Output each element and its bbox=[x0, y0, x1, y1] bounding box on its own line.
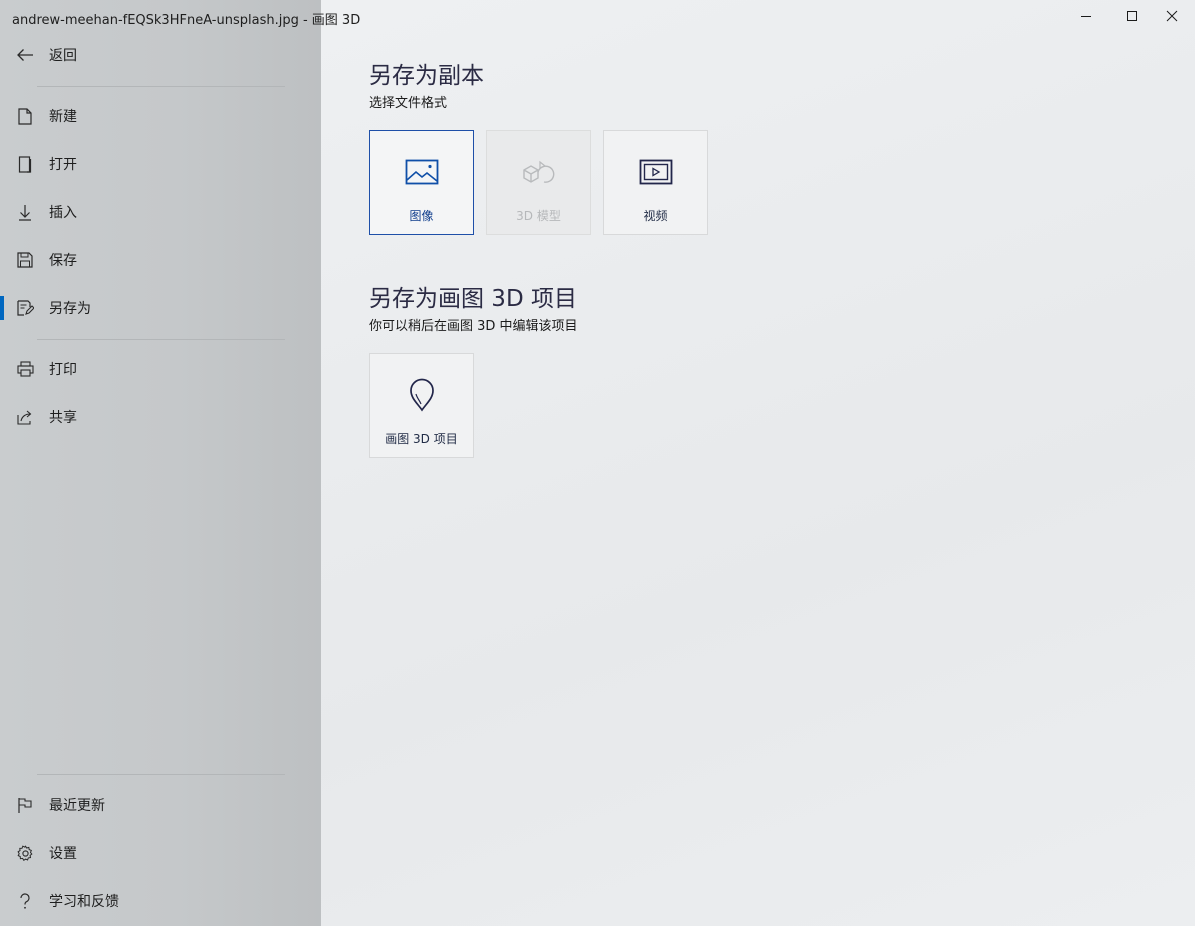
sidebar-item-settings[interactable]: 设置 bbox=[0, 833, 321, 873]
project-section-title: 另存为画图 3D 项目 bbox=[369, 286, 577, 312]
flag-icon bbox=[15, 795, 35, 815]
sidebar-item-label: 新建 bbox=[49, 109, 77, 125]
divider bbox=[37, 774, 285, 775]
save-as-video-tile[interactable]: 视频 bbox=[603, 130, 708, 235]
sidebar-item-label: 设置 bbox=[49, 846, 77, 862]
save-floppy-icon bbox=[15, 250, 35, 270]
close-button[interactable] bbox=[1149, 0, 1195, 32]
sidebar-item-label: 学习和反馈 bbox=[49, 894, 119, 910]
sidebar-item-label: 共享 bbox=[49, 410, 77, 426]
save-as-paint3d-project-tile[interactable]: 画图 3D 项目 bbox=[369, 353, 474, 458]
sidebar-item-open[interactable]: 打开 bbox=[0, 144, 321, 184]
sidebar-item-print[interactable]: 打印 bbox=[0, 349, 321, 389]
back-button[interactable]: 返回 bbox=[0, 35, 321, 75]
sidebar: 返回 新建 打开 插入 保存 另存为 打印 共享 最近更新 设置 学习和反馈 bbox=[0, 0, 321, 926]
share-icon bbox=[15, 407, 35, 427]
sidebar-item-help[interactable]: 学习和反馈 bbox=[0, 881, 321, 921]
sidebar-item-insert[interactable]: 插入 bbox=[0, 192, 321, 232]
minimize-icon bbox=[1080, 7, 1092, 26]
back-arrow-icon bbox=[15, 45, 35, 65]
divider bbox=[37, 86, 285, 87]
divider bbox=[37, 339, 285, 340]
printer-icon bbox=[15, 359, 35, 379]
sidebar-item-label: 打印 bbox=[49, 362, 77, 378]
sidebar-item-label: 打开 bbox=[49, 157, 77, 173]
copy-section-title: 另存为副本 bbox=[369, 63, 484, 89]
tile-label: 画图 3D 项目 bbox=[385, 432, 458, 446]
3d-shapes-icon bbox=[487, 155, 590, 189]
paint3d-logo-icon bbox=[370, 378, 473, 412]
sidebar-item-label: 保存 bbox=[49, 253, 77, 269]
sidebar-item-save-as[interactable]: 另存为 bbox=[0, 288, 321, 328]
open-icon bbox=[15, 154, 35, 174]
sidebar-item-new[interactable]: 新建 bbox=[0, 96, 321, 136]
gear-icon bbox=[15, 843, 35, 863]
project-section-subtitle: 你可以稍后在画图 3D 中编辑该项目 bbox=[369, 319, 578, 334]
tile-label: 图像 bbox=[409, 209, 434, 223]
image-icon bbox=[370, 155, 473, 189]
question-icon bbox=[15, 891, 35, 911]
save-as-icon bbox=[15, 298, 35, 318]
tile-label: 视频 bbox=[643, 209, 668, 223]
new-document-icon bbox=[15, 106, 35, 126]
window-title: andrew-meehan-fEQSk3HFneA-unsplash.jpg -… bbox=[12, 13, 361, 28]
close-icon bbox=[1166, 7, 1178, 26]
sidebar-item-label: 最近更新 bbox=[49, 798, 105, 814]
sidebar-item-save[interactable]: 保存 bbox=[0, 240, 321, 280]
sidebar-item-whats-new[interactable]: 最近更新 bbox=[0, 785, 321, 825]
copy-section-subtitle: 选择文件格式 bbox=[369, 96, 448, 111]
title-bar[interactable]: andrew-meehan-fEQSk3HFneA-unsplash.jpg -… bbox=[0, 0, 1195, 34]
insert-download-icon bbox=[15, 202, 35, 222]
sidebar-item-label: 另存为 bbox=[49, 301, 91, 317]
save-as-3d-model-tile: 3D 模型 bbox=[486, 130, 591, 235]
maximize-icon bbox=[1126, 7, 1138, 26]
sidebar-item-share[interactable]: 共享 bbox=[0, 397, 321, 437]
save-as-image-tile[interactable]: 图像 bbox=[369, 130, 474, 235]
sidebar-item-label: 插入 bbox=[49, 205, 77, 221]
video-icon bbox=[604, 155, 707, 189]
back-label: 返回 bbox=[49, 48, 77, 64]
minimize-button[interactable] bbox=[1063, 0, 1109, 32]
tile-label: 3D 模型 bbox=[516, 209, 561, 223]
